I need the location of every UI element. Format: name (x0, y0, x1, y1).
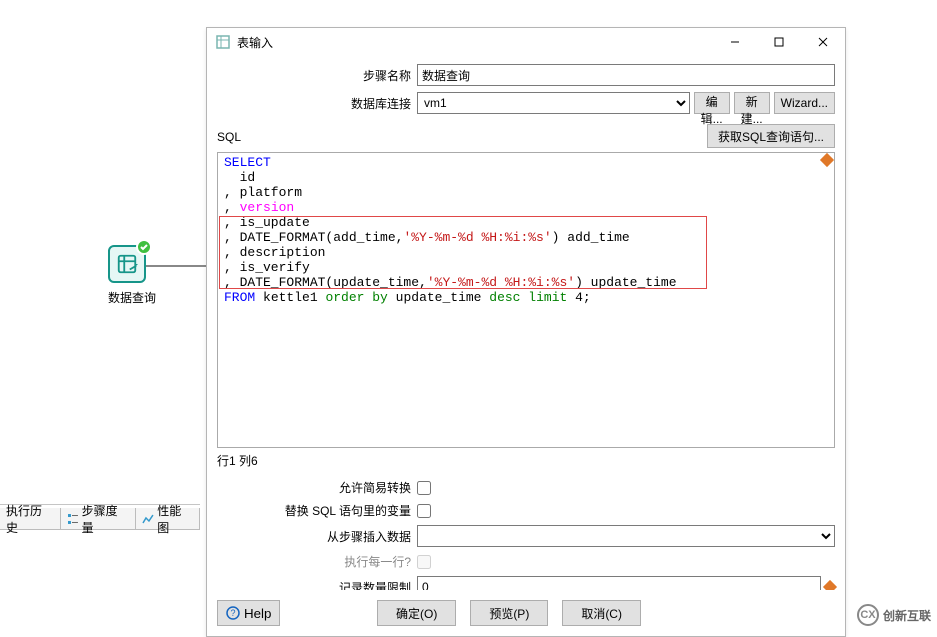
limit-input[interactable] (417, 576, 821, 590)
limit-label: 记录数量限制 (217, 579, 417, 591)
minimize-button[interactable] (713, 28, 757, 56)
bottom-tabs: 执行历史 步骤度量 性能图 (0, 504, 200, 530)
tab-history[interactable]: 执行历史 (0, 508, 61, 530)
watermark-icon: CX (857, 604, 879, 626)
help-button[interactable]: ? Help (217, 600, 280, 626)
titlebar[interactable]: 表输入 (207, 28, 845, 56)
replace-vars-label: 替换 SQL 语句里的变量 (217, 502, 417, 519)
close-button[interactable] (801, 28, 845, 56)
replace-vars-checkbox[interactable] (417, 504, 431, 518)
table-icon (215, 34, 231, 50)
variable-indicator-icon (823, 580, 837, 590)
cursor-status: 行1 列6 (217, 452, 835, 469)
watermark: CX 创新互联 (857, 604, 931, 626)
ok-button[interactable]: 确定(O) (377, 600, 456, 626)
db-connection-select[interactable]: vm1 (417, 92, 690, 114)
allow-lazy-label: 允许简易转换 (217, 479, 417, 496)
tab-history-label: 执行历史 (6, 502, 54, 536)
list-icon (67, 513, 79, 525)
allow-lazy-checkbox[interactable] (417, 481, 431, 495)
help-icon: ? (226, 606, 240, 620)
exec-each-row-checkbox (417, 555, 431, 569)
tab-perf[interactable]: 性能图 (135, 508, 200, 530)
tab-metrics-label: 步骤度量 (82, 502, 130, 536)
check-icon (136, 239, 152, 255)
tab-perf-label: 性能图 (157, 502, 193, 536)
chart-icon (142, 513, 154, 525)
watermark-label: 创新互联 (883, 607, 931, 624)
step-name-input[interactable] (417, 64, 835, 86)
sql-label: SQL (217, 130, 241, 144)
dialog: 表输入 步骤名称 数据库连接 vm1 编辑... 新建... Wizard... (206, 27, 846, 637)
insert-from-step-label: 从步骤插入数据 (217, 528, 417, 545)
preview-button[interactable]: 预览(P) (470, 600, 548, 626)
window-title: 表输入 (237, 34, 713, 51)
step-name-label: 步骤名称 (217, 67, 417, 84)
db-connection-label: 数据库连接 (217, 95, 417, 112)
cancel-button[interactable]: 取消(C) (562, 600, 641, 626)
get-sql-button[interactable]: 获取SQL查询语句... (707, 124, 835, 148)
help-label: Help (244, 606, 271, 621)
sql-editor[interactable]: SELECT id , platform , version , is_upda… (217, 152, 835, 448)
new-button[interactable]: 新建... (734, 92, 770, 114)
svg-text:?: ? (230, 608, 235, 618)
table-input-icon (108, 245, 146, 283)
step-node[interactable]: 数据查询 (108, 245, 156, 306)
insert-from-step-select[interactable] (417, 525, 835, 547)
maximize-button[interactable] (757, 28, 801, 56)
step-node-label: 数据查询 (108, 289, 156, 306)
exec-each-row-label: 执行每一行? (217, 553, 417, 570)
edit-button[interactable]: 编辑... (694, 92, 730, 114)
tab-metrics[interactable]: 步骤度量 (60, 508, 137, 530)
wizard-button[interactable]: Wizard... (774, 92, 835, 114)
